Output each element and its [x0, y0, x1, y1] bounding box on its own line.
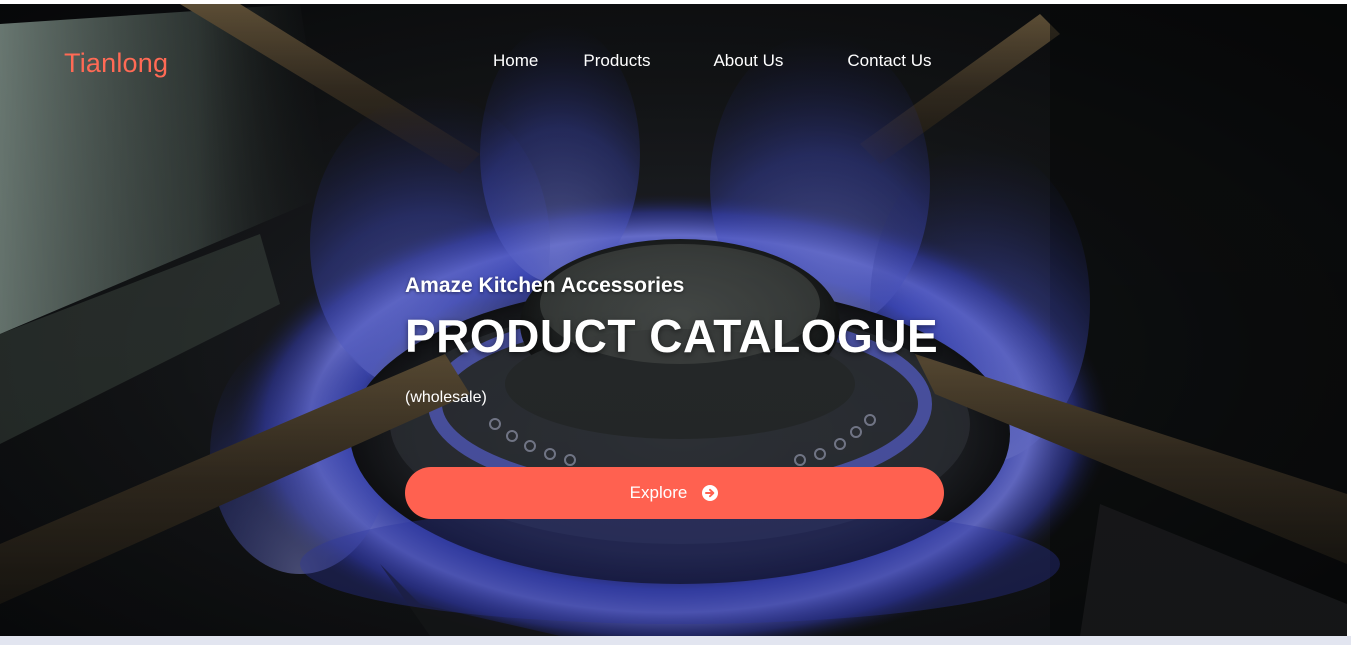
nav-menu: Home Products About Us Contact Us	[493, 51, 931, 71]
top-navigation: Tianlong Home Products About Us Contact …	[0, 4, 1347, 124]
explore-button-label: Explore	[629, 483, 688, 502]
hero-note: (wholesale)	[405, 389, 487, 406]
hero-subtitle: Amaze Kitchen Accessories	[405, 274, 685, 297]
nav-item-contact-us[interactable]: Contact Us	[847, 51, 931, 71]
nav-item-about-us[interactable]: About Us	[713, 51, 783, 71]
right-border	[1347, 0, 1351, 645]
nav-item-products[interactable]: Products	[583, 51, 650, 71]
brand-logo[interactable]: Tianlong	[64, 48, 168, 79]
arrow-right-circle-icon	[702, 485, 719, 501]
bottom-border	[0, 636, 1351, 645]
hero-title: PRODUCT CATALOGUE	[405, 310, 939, 362]
nav-item-home[interactable]: Home	[493, 51, 538, 71]
explore-button[interactable]: Explore	[405, 467, 944, 519]
hero-section: Tianlong Home Products About Us Contact …	[0, 4, 1347, 636]
hero-content: Amaze Kitchen Accessories PRODUCT CATALO…	[405, 272, 965, 519]
